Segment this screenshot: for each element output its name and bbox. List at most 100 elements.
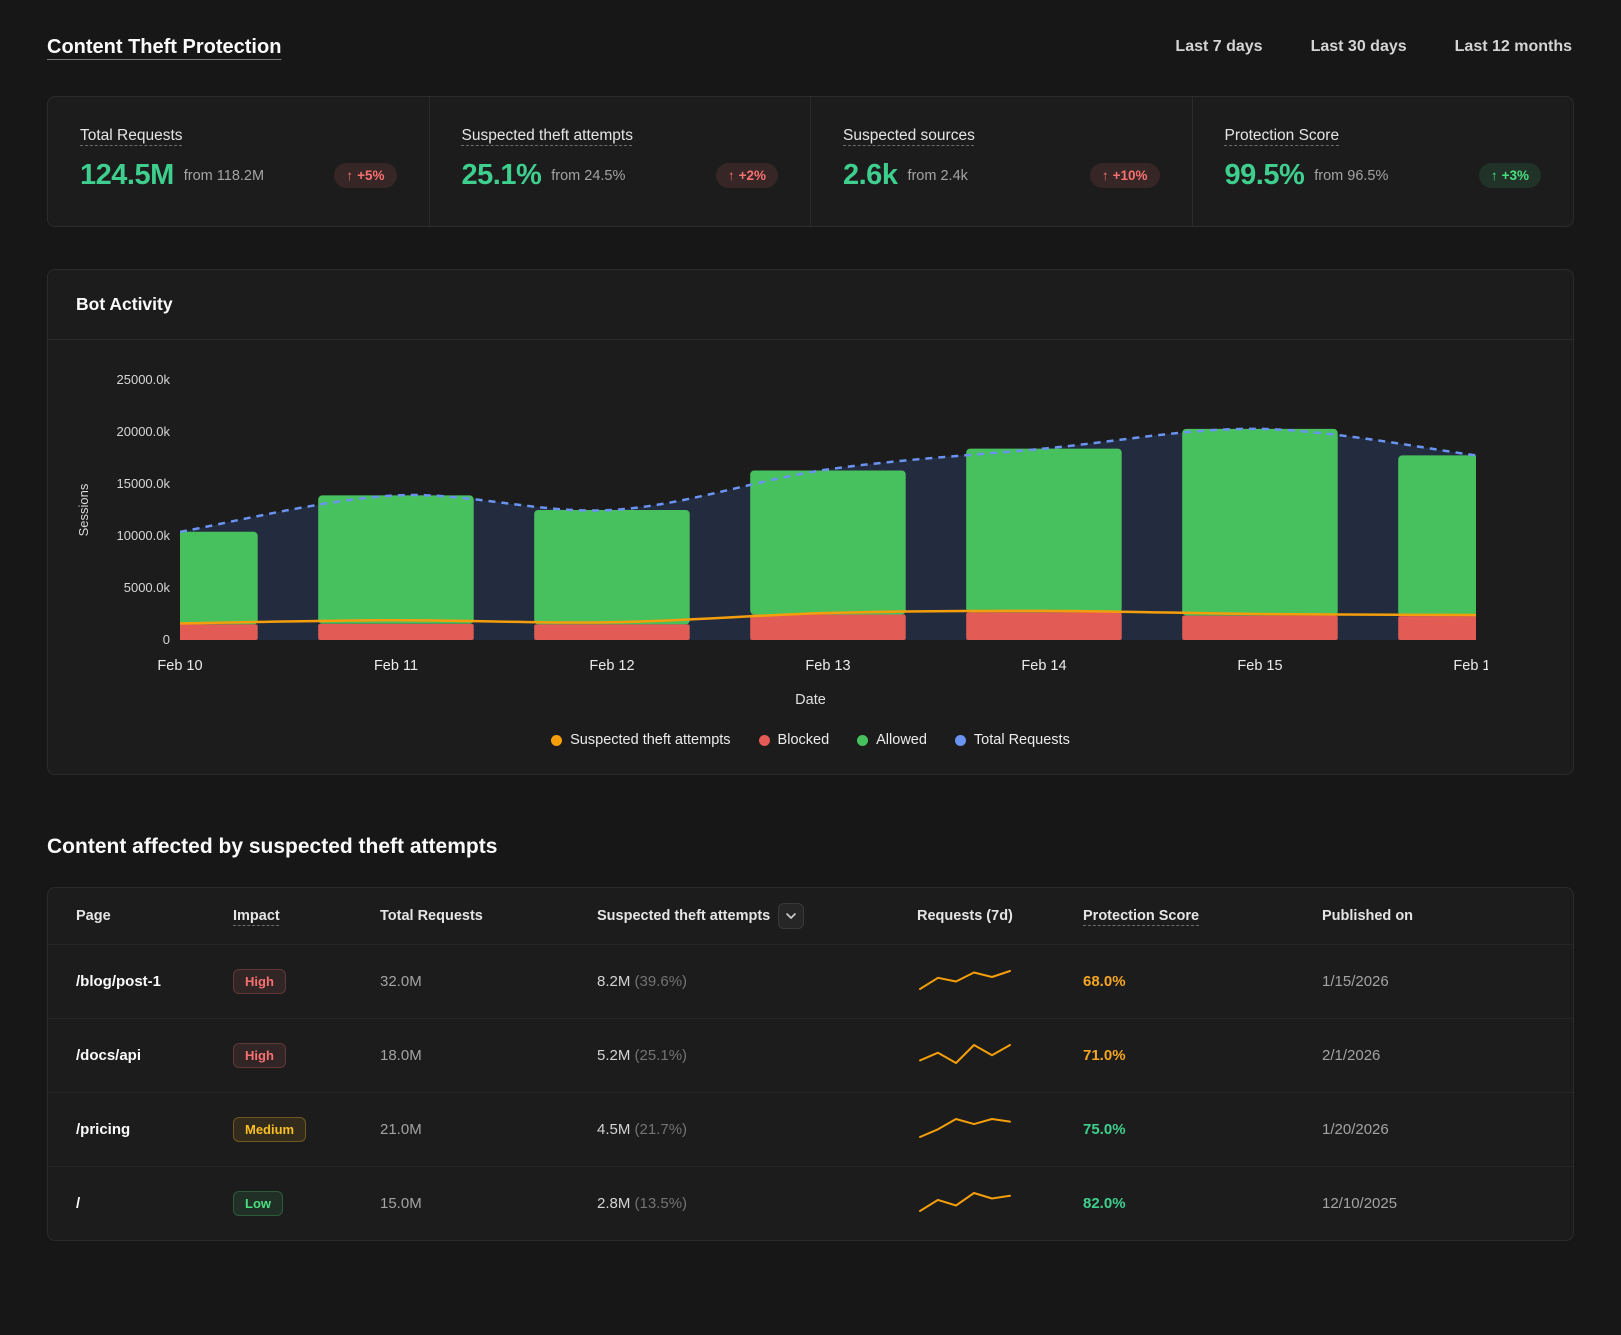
svg-text:10000.0k: 10000.0k — [117, 528, 171, 543]
column-header-published-on: Published on — [1322, 908, 1545, 924]
svg-text:0: 0 — [163, 632, 170, 647]
kpi-delta-badge: ↑ +10% — [1090, 163, 1160, 188]
svg-text:25000.0k: 25000.0k — [117, 372, 171, 387]
page-link[interactable]: /blog/post-1 — [76, 973, 233, 990]
svg-text:Feb 10: Feb 10 — [157, 658, 202, 674]
svg-text:Feb 15: Feb 15 — [1237, 658, 1282, 674]
kpi-value: 25.1% — [462, 159, 542, 192]
page-link[interactable]: /docs/api — [76, 1047, 233, 1064]
bot-activity-chart: 05000.0k10000.0k15000.0k20000.0k25000.0k… — [72, 366, 1549, 688]
page-link[interactable]: / — [76, 1195, 233, 1212]
impact-badge: Medium — [233, 1117, 306, 1142]
table-section-title: Content affected by suspected theft atte… — [47, 835, 1574, 859]
legend-dot-blue — [955, 735, 966, 746]
column-header-total-requests: Total Requests — [380, 908, 597, 924]
protection-score-value: 68.0% — [1083, 973, 1322, 990]
svg-text:5000.0k: 5000.0k — [124, 580, 171, 595]
x-axis-title: Date — [72, 692, 1549, 708]
tab-last-12-months[interactable]: Last 12 months — [1453, 34, 1574, 60]
column-header-suspected-theft-attempts: Suspected theft attempts — [597, 908, 770, 924]
column-header-page: Page — [76, 908, 233, 924]
published-on-value: 12/10/2025 — [1322, 1195, 1545, 1212]
suspected-percent: (21.7%) — [635, 1121, 688, 1138]
total-requests-value: 15.0M — [380, 1195, 597, 1212]
kpi-delta-badge: ↑ +5% — [334, 163, 396, 188]
svg-text:Sessions: Sessions — [76, 483, 91, 536]
legend-label: Suspected theft attempts — [570, 732, 730, 748]
content-theft-protection-page: Content Theft Protection Last 7 days Las… — [0, 0, 1621, 1275]
requests-sparkline — [917, 1041, 1013, 1071]
trend-up-icon: ↑ — [1491, 168, 1498, 183]
legend-item-blocked[interactable]: Blocked — [759, 732, 830, 748]
topbar: Content Theft Protection Last 7 days Las… — [47, 34, 1574, 60]
kpi-label: Protection Score — [1225, 127, 1340, 145]
legend-item-allowed[interactable]: Allowed — [857, 732, 927, 748]
requests-sparkline — [917, 1115, 1013, 1145]
page-link[interactable]: /pricing — [76, 1121, 233, 1138]
chart-title: Bot Activity — [76, 294, 1545, 315]
legend-dot-red — [759, 735, 770, 746]
suspected-percent: (39.6%) — [635, 973, 688, 990]
tab-last-7-days[interactable]: Last 7 days — [1173, 34, 1264, 60]
requests-sparkline — [917, 967, 1013, 997]
kpi-delta-value: +2% — [739, 168, 766, 183]
kpi-suspected-theft-attempts: Suspected theft attempts 25.1% from 24.5… — [429, 97, 811, 226]
chart-body: 05000.0k10000.0k15000.0k20000.0k25000.0k… — [48, 340, 1573, 774]
tab-last-30-days[interactable]: Last 30 days — [1309, 34, 1409, 60]
svg-text:Feb 12: Feb 12 — [589, 658, 634, 674]
trend-up-icon: ↑ — [728, 168, 735, 183]
kpi-label: Suspected sources — [843, 127, 975, 145]
kpi-suspected-sources: Suspected sources 2.6k from 2.4k ↑ +10% — [810, 97, 1192, 226]
kpi-previous-value: from 96.5% — [1314, 168, 1388, 184]
kpi-total-requests: Total Requests 124.5M from 118.2M ↑ +5% — [48, 97, 429, 226]
kpi-value: 99.5% — [1225, 159, 1305, 192]
published-on-value: 1/20/2026 — [1322, 1121, 1545, 1138]
protection-score-value: 82.0% — [1083, 1195, 1322, 1212]
kpi-delta-value: +5% — [357, 168, 384, 183]
impact-badge: High — [233, 1043, 286, 1068]
protection-score-value: 75.0% — [1083, 1121, 1322, 1138]
affected-content-table: Page Impact Total Requests Suspected the… — [47, 887, 1574, 1241]
svg-text:Feb 11: Feb 11 — [374, 658, 418, 674]
requests-sparkline — [917, 1189, 1013, 1219]
published-on-value: 2/1/2026 — [1322, 1047, 1545, 1064]
kpi-delta-value: +3% — [1502, 168, 1529, 183]
kpi-previous-value: from 24.5% — [551, 168, 625, 184]
table-header-row: Page Impact Total Requests Suspected the… — [48, 888, 1573, 944]
svg-text:Feb 16: Feb 16 — [1453, 658, 1488, 674]
kpi-delta-value: +10% — [1113, 168, 1148, 183]
trend-up-icon: ↑ — [1102, 168, 1109, 183]
table-row[interactable]: /blog/post-1 High 32.0M 8.2M (39.6%) 68.… — [48, 944, 1573, 1018]
legend-label: Total Requests — [974, 732, 1070, 748]
legend-item-total-requests[interactable]: Total Requests — [955, 732, 1070, 748]
suspected-percent: (25.1%) — [635, 1047, 688, 1064]
column-header-protection-score: Protection Score — [1083, 908, 1199, 924]
table-row[interactable]: /docs/api High 18.0M 5.2M (25.1%) 71.0% … — [48, 1018, 1573, 1092]
chart-card-header: Bot Activity — [48, 270, 1573, 340]
bot-activity-card: Bot Activity 05000.0k10000.0k15000.0k200… — [47, 269, 1574, 775]
total-requests-value: 21.0M — [380, 1121, 597, 1138]
suspected-value: 2.8M — [597, 1195, 630, 1212]
kpi-delta-badge: ↑ +3% — [1479, 163, 1541, 188]
published-on-value: 1/15/2026 — [1322, 973, 1545, 990]
kpi-previous-value: from 2.4k — [907, 168, 967, 184]
kpi-previous-value: from 118.2M — [184, 168, 264, 184]
table-row[interactable]: / Low 15.0M 2.8M (13.5%) 82.0% 12/10/202… — [48, 1166, 1573, 1240]
svg-text:Feb 14: Feb 14 — [1021, 658, 1066, 674]
column-header-requests-7d: Requests (7d) — [917, 908, 1083, 924]
kpi-value: 2.6k — [843, 159, 897, 192]
kpi-delta-badge: ↑ +2% — [716, 163, 778, 188]
legend-item-suspected-theft-attempts[interactable]: Suspected theft attempts — [551, 732, 730, 748]
kpi-protection-score: Protection Score 99.5% from 96.5% ↑ +3% — [1192, 97, 1574, 226]
kpi-label: Suspected theft attempts — [462, 127, 633, 145]
time-range-tabs: Last 7 days Last 30 days Last 12 months — [1173, 34, 1574, 60]
chevron-down-icon — [785, 910, 797, 922]
page-title: Content Theft Protection — [47, 36, 281, 59]
trend-up-icon: ↑ — [346, 168, 353, 183]
suspected-theft-attempts-sort-button[interactable] — [778, 903, 804, 929]
kpi-label: Total Requests — [80, 127, 183, 145]
total-requests-value: 32.0M — [380, 973, 597, 990]
table-row[interactable]: /pricing Medium 21.0M 4.5M (21.7%) 75.0%… — [48, 1092, 1573, 1166]
suspected-value: 5.2M — [597, 1047, 630, 1064]
suspected-percent: (13.5%) — [635, 1195, 688, 1212]
